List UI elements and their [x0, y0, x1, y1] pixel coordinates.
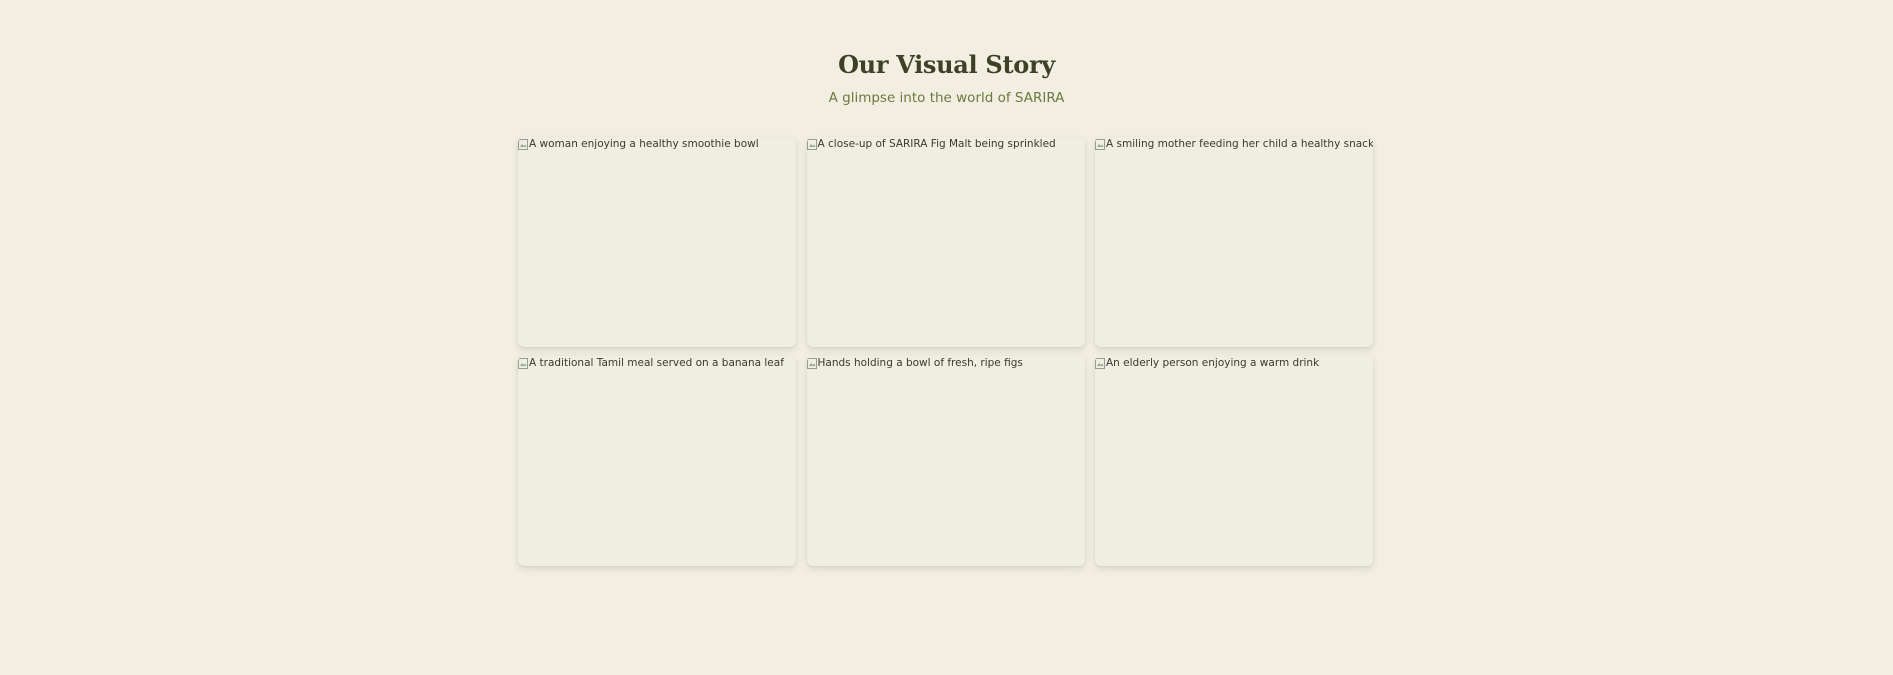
image-alt-text: An elderly person enjoying a warm drink	[1095, 357, 1319, 369]
section-title: Our Visual Story	[838, 50, 1055, 79]
broken-image-icon	[806, 138, 817, 150]
gallery-section: Our Visual Story A glimpse into the worl…	[0, 0, 1893, 675]
gallery-card[interactable]: An elderly person enjoying a warm drink	[1095, 356, 1373, 566]
broken-image-icon	[518, 357, 528, 369]
broken-image-icon	[518, 138, 528, 150]
image-alt-label: Hands holding a bowl of fresh, ripe figs	[817, 357, 1023, 369]
gallery-grid: A woman enjoying a healthy smoothie bowl…	[518, 137, 1373, 566]
gallery-card[interactable]: A woman enjoying a healthy smoothie bowl	[518, 137, 796, 347]
image-alt-label: An elderly person enjoying a warm drink	[1106, 357, 1320, 369]
image-alt-text: A close-up of SARIRA Fig Malt being spri…	[806, 138, 1056, 150]
gallery-card[interactable]: A smiling mother feeding her child a hea…	[1095, 137, 1373, 347]
image-alt-text: A woman enjoying a healthy smoothie bowl	[518, 138, 759, 150]
image-alt-label: A smiling mother feeding her child a hea…	[1106, 138, 1373, 150]
image-alt-text: Hands holding a bowl of fresh, ripe figs	[806, 357, 1023, 369]
image-alt-label: A woman enjoying a healthy smoothie bowl	[529, 138, 759, 150]
broken-image-icon	[1095, 357, 1105, 369]
gallery-card[interactable]: A traditional Tamil meal served on a ban…	[518, 356, 796, 566]
image-alt-text: A smiling mother feeding her child a hea…	[1095, 138, 1373, 150]
gallery-card[interactable]: A close-up of SARIRA Fig Malt being spri…	[806, 137, 1085, 347]
broken-image-icon	[806, 357, 817, 369]
image-alt-label: A traditional Tamil meal served on a ban…	[529, 357, 784, 369]
broken-image-icon	[1095, 138, 1105, 150]
gallery-card[interactable]: Hands holding a bowl of fresh, ripe figs	[806, 356, 1085, 566]
section-subtitle: A glimpse into the world of SARIRA	[828, 90, 1065, 106]
image-alt-label: A close-up of SARIRA Fig Malt being spri…	[817, 138, 1056, 150]
image-alt-text: A traditional Tamil meal served on a ban…	[518, 357, 784, 369]
